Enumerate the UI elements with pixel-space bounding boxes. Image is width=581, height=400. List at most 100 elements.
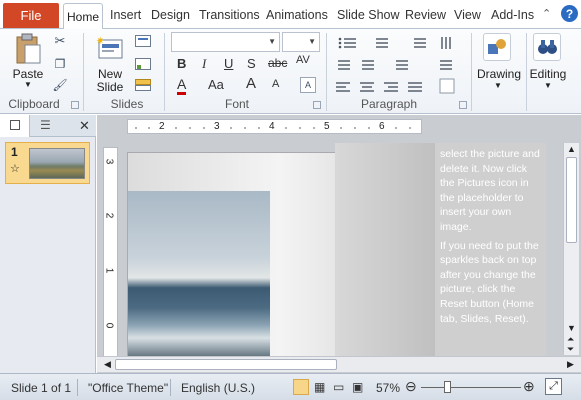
scroll-down-icon[interactable]: ▼ xyxy=(567,323,576,333)
ruler-mark: 2 xyxy=(159,121,165,132)
tab-review[interactable]: Review xyxy=(405,8,446,22)
instruction-text-1: select the picture and delete it. Now cl… xyxy=(440,148,540,233)
paste-icon[interactable] xyxy=(12,32,44,66)
font-size-combobox[interactable]: ▼ xyxy=(282,32,320,52)
shrink-font-button[interactable]: A xyxy=(272,78,279,90)
clear-formatting-icon[interactable]: A xyxy=(300,77,316,93)
new-slide-icon[interactable]: ✷ xyxy=(95,34,125,62)
section-icon[interactable] xyxy=(134,78,152,92)
ruler-mark: 1 xyxy=(103,267,115,274)
vertical-ruler: 3 2 1 0 xyxy=(103,147,118,357)
editing-dropdown-icon[interactable]: ▼ xyxy=(540,81,556,90)
help-icon[interactable]: ? xyxy=(561,5,578,22)
instruction-textbox[interactable]: select the picture and delete it. Now cl… xyxy=(435,143,546,358)
divider xyxy=(471,33,472,111)
scroll-up-icon[interactable]: ▲ xyxy=(567,144,576,154)
tab-transitions[interactable]: Transitions xyxy=(199,8,260,22)
tab-slides-thumbnails[interactable] xyxy=(0,115,30,137)
slide-thumbnail-1[interactable]: 1 ☆ xyxy=(5,142,90,184)
reading-view-icon[interactable]: ▭ xyxy=(333,380,344,394)
ocean-photo-image[interactable] xyxy=(128,191,270,358)
tab-view[interactable]: View xyxy=(454,8,481,22)
zoom-in-icon[interactable]: ⊕ xyxy=(523,378,535,395)
scroll-right-icon[interactable]: ▶ xyxy=(567,359,574,370)
tab-home[interactable]: Home xyxy=(63,3,103,29)
divider xyxy=(77,379,78,396)
font-launcher-icon[interactable] xyxy=(313,101,321,109)
animation-star-icon: ☆ xyxy=(10,163,20,175)
font-name-combobox[interactable]: ▼ xyxy=(171,32,280,52)
slide-background-panel xyxy=(335,143,435,358)
slideshow-view-icon[interactable]: ▣ xyxy=(352,380,363,394)
tab-slideshow[interactable]: Slide Show xyxy=(337,8,400,22)
zoom-out-icon[interactable]: ⊖ xyxy=(405,378,417,395)
slides-pane: ☰ ✕ 1 ☆ xyxy=(0,115,96,373)
vertical-scrollbar[interactable]: ▲ ▼ ⏶ ⏷ xyxy=(563,143,579,355)
copy-icon[interactable]: ❐ xyxy=(53,57,67,71)
next-slide-icon[interactable]: ⏷ xyxy=(567,344,574,355)
clipboard-launcher-icon[interactable] xyxy=(71,101,79,109)
normal-view-icon[interactable] xyxy=(293,379,309,395)
new-slide-label-2[interactable]: Slide xyxy=(93,80,127,94)
tab-insert[interactable]: Insert xyxy=(110,8,141,22)
drawing-dropdown-icon[interactable]: ▼ xyxy=(490,81,506,90)
tab-addins[interactable]: Add-Ins xyxy=(491,8,534,22)
paste-dropdown-icon[interactable]: ▼ xyxy=(20,80,36,89)
language-indicator[interactable]: English (U.S.) xyxy=(181,381,255,395)
bold-button[interactable]: B xyxy=(177,56,186,71)
layout-icon[interactable] xyxy=(134,34,152,48)
theme-name[interactable]: "Office Theme" xyxy=(88,381,168,395)
status-bar: Slide 1 of 1 "Office Theme" English (U.S… xyxy=(0,373,581,400)
ribbon-tab-bar: File Home Insert Design Transitions Anim… xyxy=(0,0,581,29)
tab-file[interactable]: File xyxy=(3,3,59,28)
zoom-slider-thumb[interactable] xyxy=(444,381,451,393)
zoom-slider[interactable] xyxy=(421,381,521,393)
group-font-label: Font xyxy=(224,97,249,111)
scroll-left-icon[interactable]: ◀ xyxy=(104,359,111,370)
pane-tabs: ☰ ✕ xyxy=(0,115,96,137)
tab-animations[interactable]: Animations xyxy=(266,8,328,22)
ruler-mark: 3 xyxy=(214,121,220,132)
shapes-icon[interactable] xyxy=(483,33,511,61)
paste-button[interactable]: Paste xyxy=(11,67,45,81)
reset-slide-icon[interactable] xyxy=(134,57,152,71)
slide-sorter-icon[interactable]: ▦ xyxy=(314,380,325,394)
ribbon-home: Paste ▼ ✂ ❐ 🖌 Clipboard ✷ New Slide Slid… xyxy=(0,28,581,114)
strikethrough-button[interactable]: abc xyxy=(268,56,287,70)
change-case-button[interactable]: Aa xyxy=(208,77,224,92)
scroll-thumb[interactable] xyxy=(566,157,577,243)
paragraph-launcher-icon[interactable] xyxy=(459,101,467,109)
underline-button[interactable]: U xyxy=(224,56,233,71)
slide-thumbnail-image xyxy=(29,148,85,179)
editing-button[interactable]: Editing xyxy=(526,67,570,81)
drawing-button[interactable]: Drawing xyxy=(474,67,524,81)
ruler-mark: 4 xyxy=(269,121,275,132)
ruler-mark: 5 xyxy=(324,121,330,132)
ruler-mark: 0 xyxy=(103,322,115,329)
fit-to-window-icon[interactable]: ⤢ xyxy=(545,378,562,395)
close-icon[interactable]: ✕ xyxy=(79,118,90,134)
group-clipboard-label: Clipboard xyxy=(8,97,60,111)
ruler-mark: 6 xyxy=(379,121,385,132)
divider xyxy=(326,33,327,111)
format-painter-icon[interactable]: 🖌 xyxy=(52,78,67,92)
cut-icon[interactable]: ✂ xyxy=(53,33,67,48)
chevron-down-icon[interactable]: ▼ xyxy=(308,37,316,46)
new-slide-label-1[interactable]: New xyxy=(93,67,127,81)
grow-font-button[interactable]: A xyxy=(246,75,256,92)
outline-tab-icon[interactable]: ☰ xyxy=(40,118,51,132)
group-slides-label: Slides xyxy=(110,97,144,111)
slide-editor-area: 2 3 4 5 6 3 2 1 0 select the picture and… xyxy=(97,115,581,373)
italic-button[interactable]: I xyxy=(202,56,206,72)
character-spacing-button[interactable]: AV xyxy=(296,54,310,66)
binoculars-icon[interactable] xyxy=(533,33,561,61)
slide-number: 1 xyxy=(11,145,18,159)
chevron-down-icon[interactable]: ▼ xyxy=(268,37,276,46)
scroll-thumb[interactable] xyxy=(115,359,337,370)
tab-design[interactable]: Design xyxy=(151,8,190,22)
zoom-level[interactable]: 57% xyxy=(376,381,400,395)
minimize-ribbon-icon[interactable]: ⌃ xyxy=(542,7,551,20)
horizontal-scrollbar[interactable]: ◀ ▶ xyxy=(97,356,581,372)
shadow-button[interactable]: S xyxy=(247,56,256,71)
font-color-button[interactable]: A xyxy=(177,76,187,95)
